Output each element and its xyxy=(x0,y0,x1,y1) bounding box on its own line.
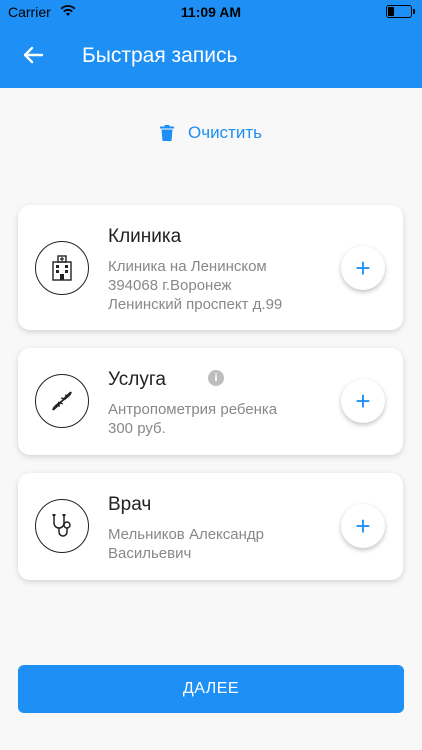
nav-bar: Быстрая запись xyxy=(0,22,422,88)
doctor-line-2: Васильевич xyxy=(108,545,192,562)
trash-icon xyxy=(159,125,174,141)
status-bar: Carrier 11:09 AM xyxy=(0,0,422,22)
service-line-1: Антропометрия ребенка xyxy=(108,401,278,418)
back-arrow-icon[interactable] xyxy=(18,40,48,70)
top-bar: Carrier 11:09 AM Быстрая запись xyxy=(0,0,422,88)
service-title: Услуга xyxy=(108,369,166,390)
add-doctor-button[interactable]: + xyxy=(341,504,385,548)
service-card[interactable]: Услуга i Антропометрия ребенка 300 руб. … xyxy=(18,348,403,455)
clock: 11:09 AM xyxy=(180,4,242,20)
service-line-2: 300 руб. xyxy=(108,420,166,437)
doctor-title: Врач xyxy=(108,494,152,515)
doctor-card[interactable]: Врач Мельников Александр Васильевич + xyxy=(18,473,403,580)
info-icon[interactable]: i xyxy=(208,370,224,386)
dna-icon xyxy=(35,374,89,428)
add-service-button[interactable]: + xyxy=(341,379,385,423)
add-clinic-button[interactable]: + xyxy=(341,246,385,290)
plus-icon: + xyxy=(355,253,371,283)
plus-icon: + xyxy=(355,511,371,541)
plus-icon: + xyxy=(355,386,371,416)
clear-label: Очистить xyxy=(187,123,262,142)
doctor-line-1: Мельников Александр xyxy=(108,526,264,543)
battery-icon xyxy=(386,5,415,18)
clinic-line-1: Клиника на Ленинском xyxy=(108,258,267,275)
next-button[interactable]: ДАЛЕЕ xyxy=(18,665,404,713)
stethoscope-icon xyxy=(35,499,89,553)
clinic-title: Клиника xyxy=(108,226,182,247)
clinic-line-3: Ленинский проспект д.99 xyxy=(108,296,283,313)
clinic-card[interactable]: Клиника Клиника на Ленинском 394068 г.Во… xyxy=(18,205,403,330)
clinic-line-2: 394068 г.Воронеж xyxy=(108,277,232,294)
next-label: ДАЛЕЕ xyxy=(182,680,240,697)
clear-button[interactable]: Очистить xyxy=(0,120,422,146)
clinic-building-icon xyxy=(35,241,89,295)
page-title: Быстрая запись xyxy=(82,44,238,67)
